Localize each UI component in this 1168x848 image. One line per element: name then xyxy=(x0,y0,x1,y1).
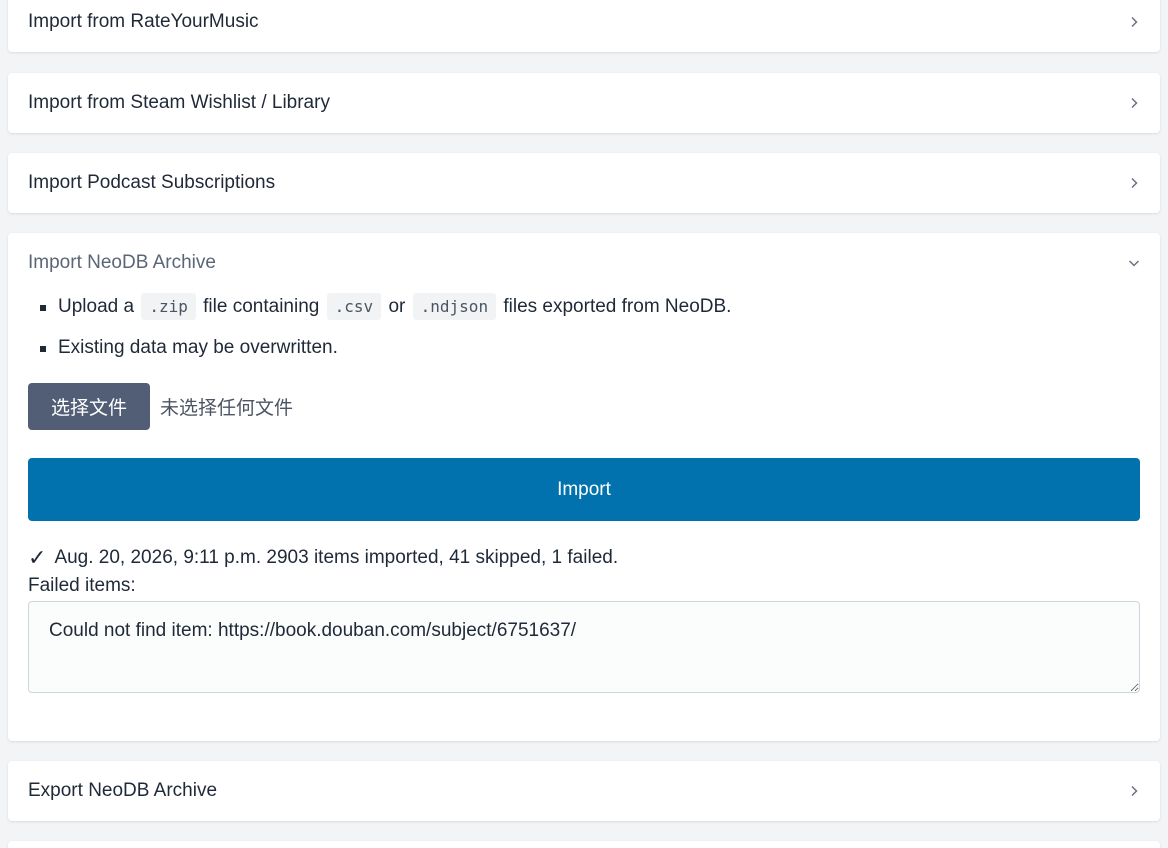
card-next xyxy=(8,841,1160,848)
card-title: Import NeoDB Archive xyxy=(28,252,216,273)
card-header-export-neodb[interactable]: Export NeoDB Archive xyxy=(8,761,1160,821)
card-export-neodb: Export NeoDB Archive xyxy=(8,761,1160,821)
card-title: Import Podcast Subscriptions xyxy=(28,172,276,193)
file-status-label: 未选择任何文件 xyxy=(160,397,294,419)
card-title: Import from Steam Wishlist / Library xyxy=(28,92,330,113)
card-header-import-podcast[interactable]: Import Podcast Subscriptions xyxy=(8,153,1160,213)
card-header-import-rym[interactable]: Import from RateYourMusic xyxy=(8,0,1160,52)
instruction-upload: Upload a .zip file containing .csv or .n… xyxy=(40,293,1140,321)
instruction-list: Upload a .zip file containing .csv or .n… xyxy=(28,293,1140,362)
failed-items-textarea[interactable]: Could not find item: https://book.douban… xyxy=(28,601,1140,693)
instruction-text: Upload a xyxy=(58,296,135,317)
code-csv: .csv xyxy=(326,293,382,320)
code-ndjson: .ndjson xyxy=(412,293,497,320)
import-export-page: Import from RateYourMusic Import from St… xyxy=(0,0,1168,848)
import-button[interactable]: Import xyxy=(28,458,1140,521)
code-zip: .zip xyxy=(141,293,196,320)
card-header-import-steam[interactable]: Import from Steam Wishlist / Library xyxy=(8,73,1160,133)
instruction-overwrite: Existing data may be overwritten. xyxy=(40,334,1140,362)
check-icon: ✓ xyxy=(28,545,47,570)
choose-file-button[interactable]: 选择文件 xyxy=(28,383,150,430)
card-import-rym: Import from RateYourMusic xyxy=(8,0,1160,52)
chevron-right-icon xyxy=(1128,785,1140,797)
card-import-podcast: Import Podcast Subscriptions xyxy=(8,153,1160,213)
instruction-text: or xyxy=(388,296,406,317)
instruction-text: file containing xyxy=(203,296,320,317)
failed-items-label: Failed items: xyxy=(28,575,136,596)
card-header-import-neodb[interactable]: Import NeoDB Archive xyxy=(8,233,1160,293)
card-import-neodb: Import NeoDB Archive Upload a .zip file … xyxy=(8,233,1160,741)
card-body-import-neodb: Upload a .zip file containing .csv or .n… xyxy=(8,293,1160,693)
card-title: Export NeoDB Archive xyxy=(28,780,218,801)
card-title: Import from RateYourMusic xyxy=(28,11,259,32)
chevron-right-icon xyxy=(1128,16,1140,28)
chevron-right-icon xyxy=(1128,97,1140,109)
chevron-down-icon xyxy=(1128,257,1140,269)
chevron-right-icon xyxy=(1128,177,1140,189)
import-status: ✓ Aug. 20, 2026, 9:11 p.m. 2903 items im… xyxy=(28,543,1140,573)
file-input: 选择文件 未选择任何文件 xyxy=(28,383,1140,430)
instruction-text: files exported from NeoDB. xyxy=(503,296,732,317)
import-status-text: Aug. 20, 2026, 9:11 p.m. 2903 items impo… xyxy=(54,547,619,568)
card-import-steam: Import from Steam Wishlist / Library xyxy=(8,73,1160,133)
